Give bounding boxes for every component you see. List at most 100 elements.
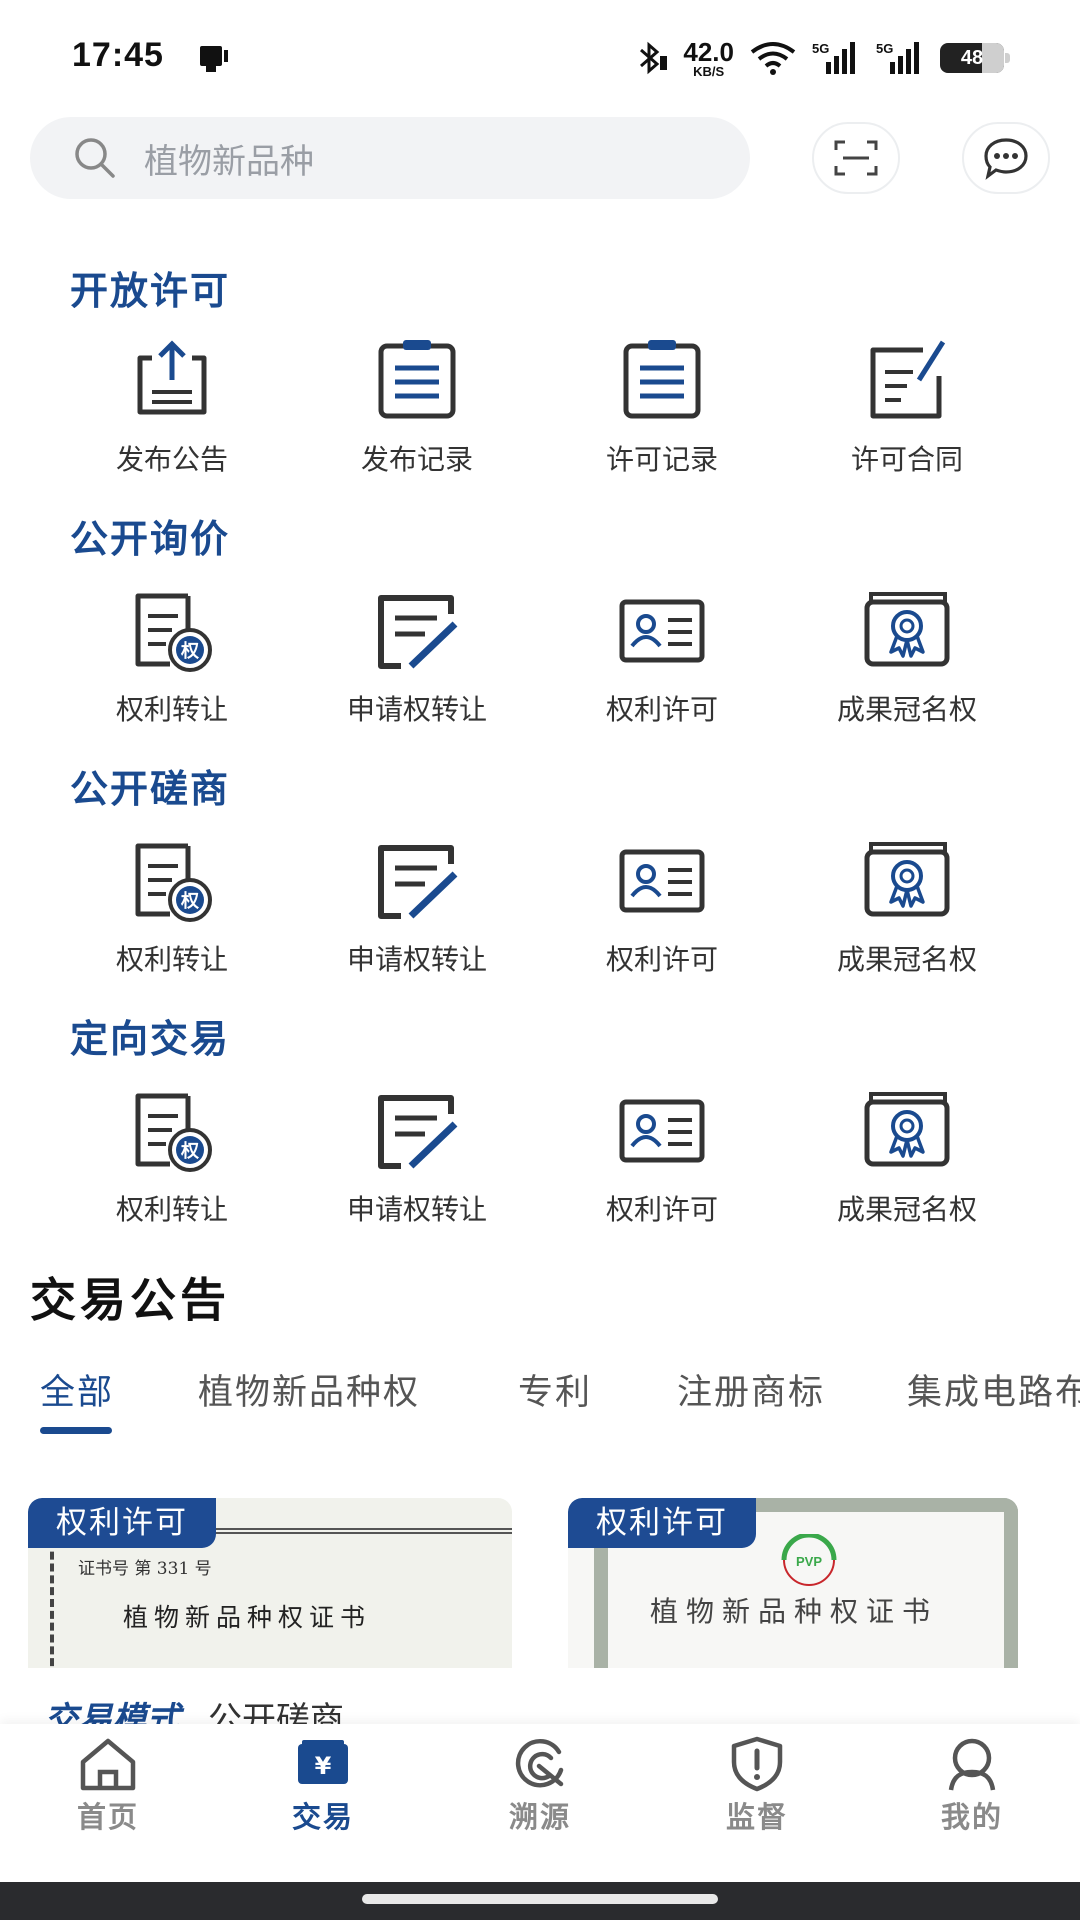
- grid-item-rights-transfer[interactable]: 权 权利转让: [52, 586, 292, 736]
- upload-doc-icon: [137, 340, 207, 415]
- clipboard-list-icon: [378, 340, 456, 419]
- grid-item-label: 许可合同: [850, 444, 963, 475]
- nav-profile[interactable]: 我的: [892, 1736, 1052, 1856]
- grid-item-label: 权利许可: [605, 1194, 718, 1225]
- search-input[interactable]: 植物新品种: [30, 117, 750, 199]
- grid-item-rights-transfer[interactable]: 权 权利转让: [52, 1086, 292, 1236]
- announcement-card[interactable]: 权利许可 证书号 第 331 号 植物新品种权证书: [28, 1498, 512, 1668]
- scan-button[interactable]: [812, 122, 900, 194]
- announcement-title: 交易公告: [30, 1274, 230, 1326]
- id-card-icon: [619, 1099, 705, 1163]
- rights-doc-icon: 权: [135, 843, 212, 922]
- network-label: 5G: [876, 41, 893, 56]
- certificate-title: 植物新品种权证书: [123, 1603, 372, 1632]
- pvp-logo-icon: PVP: [781, 1534, 837, 1586]
- announcement-tabs: 全部 植物新品种权 专利 注册商标 集成电路布: [0, 1364, 1080, 1444]
- tab-all[interactable]: 全部: [40, 1364, 114, 1415]
- grid-item-publish-record[interactable]: 发布记录: [297, 336, 537, 486]
- nav-label: 交易: [291, 1802, 354, 1834]
- grid-item-rights-license[interactable]: 权利许可: [542, 1086, 782, 1236]
- search-icon: [75, 138, 115, 178]
- section-title-public-inquiry: 公开询价: [70, 519, 231, 561]
- edit-doc-icon: [378, 1095, 458, 1169]
- signal-icon: 5G: [876, 41, 919, 74]
- battery-level: 48: [960, 46, 984, 69]
- network-label: 5G: [812, 41, 829, 56]
- card-badge: 权利许可: [28, 1498, 216, 1548]
- tab-trademark[interactable]: 注册商标: [677, 1364, 825, 1415]
- bluetooth-icon: [640, 41, 668, 75]
- award-card-icon: [864, 592, 950, 667]
- battery-nub: [1005, 53, 1010, 63]
- card-badge: 权利许可: [568, 1498, 756, 1548]
- rights-badge-text: 权: [180, 640, 200, 662]
- certificate-number: 证书号 第 331 号: [78, 1559, 212, 1579]
- battery-icon: 48: [940, 43, 1010, 73]
- message-button[interactable]: [962, 122, 1050, 194]
- grid-item-rights-license[interactable]: 权利许可: [542, 586, 782, 736]
- section-title-public-negotiation: 公开磋商: [70, 769, 231, 811]
- grid-item-application-transfer[interactable]: 申请权转让: [297, 1086, 537, 1236]
- wifi-icon: [750, 42, 796, 75]
- status-time: 17:45: [72, 36, 164, 74]
- grid-item-label: 申请权转让: [346, 944, 487, 975]
- grid-item-application-transfer[interactable]: 申请权转让: [297, 586, 537, 736]
- profile-icon: [948, 1738, 996, 1791]
- id-card-icon: [619, 849, 705, 913]
- grid-item-label: 发布公告: [115, 444, 228, 475]
- grid-item-label: 权利转让: [115, 694, 228, 725]
- grid-item-rights-license[interactable]: 权利许可: [542, 836, 782, 986]
- section-grid-directed-trade: 权 权利转让 申请权转让 权利许可 成果冠名权: [0, 1086, 1080, 1236]
- home-icon: [80, 1738, 136, 1791]
- rights-badge-text: 权: [180, 1140, 200, 1162]
- grid-item-license-record[interactable]: 许可记录: [542, 336, 782, 486]
- section-grid-open-license: 发布公告 发布记录 许可记录 许可合同: [0, 336, 1080, 486]
- nav-supervise[interactable]: 监督: [677, 1736, 837, 1856]
- status-icons: 42.0 KB/S 5G 5G 48: [635, 38, 1010, 78]
- chat-bubble-icon: [984, 138, 1028, 180]
- grid-item-publish-announcement[interactable]: 发布公告: [52, 336, 292, 486]
- shield-icon: [731, 1736, 783, 1792]
- nav-trace[interactable]: 溯源: [460, 1736, 620, 1856]
- announcement-card[interactable]: 权利许可 PVP 植物新品种权证书: [568, 1498, 1018, 1668]
- tab-patent[interactable]: 专利: [518, 1364, 592, 1415]
- grid-item-naming-rights[interactable]: 成果冠名权: [787, 586, 1027, 736]
- grid-item-rights-transfer[interactable]: 权 权利转让: [52, 836, 292, 986]
- contract-edit-icon: [870, 340, 946, 419]
- grid-item-license-contract[interactable]: 许可合同: [787, 336, 1027, 486]
- phone-vibrate-icon: [200, 46, 228, 72]
- grid-item-label: 发布记录: [360, 444, 473, 475]
- nav-label: 监督: [725, 1802, 788, 1834]
- grid-item-label: 权利许可: [605, 694, 718, 725]
- edit-doc-icon: [378, 595, 458, 669]
- grid-item-application-transfer[interactable]: 申请权转让: [297, 836, 537, 986]
- grid-item-label: 成果冠名权: [836, 1194, 977, 1225]
- trade-yen-icon: ¥: [298, 1740, 348, 1784]
- section-title-directed-trade: 定向交易: [70, 1019, 231, 1061]
- grid-item-label: 许可记录: [605, 444, 718, 475]
- nav-label: 溯源: [508, 1802, 571, 1834]
- active-tab-indicator: [40, 1427, 112, 1434]
- gesture-handle[interactable]: [362, 1894, 718, 1904]
- section-grid-public-inquiry: 权 权利转让 申请权转让 权利许可 成果冠名权: [0, 586, 1080, 736]
- nav-label: 首页: [76, 1802, 139, 1834]
- award-card-icon: [864, 842, 950, 917]
- section-title-open-license: 开放许可: [70, 271, 231, 313]
- award-card-icon: [864, 1092, 950, 1167]
- grid-item-naming-rights[interactable]: 成果冠名权: [787, 836, 1027, 986]
- certificate-title: 植物新品种权证书: [650, 1595, 939, 1628]
- tab-ic-layout[interactable]: 集成电路布: [907, 1364, 1080, 1415]
- grid-item-label: 申请权转让: [346, 694, 487, 725]
- rights-doc-icon: 权: [135, 1093, 212, 1172]
- battery-empty-part: [982, 43, 1004, 73]
- net-speed: 42.0 KB/S: [683, 39, 734, 78]
- nav-trade[interactable]: ¥ 交易: [243, 1736, 403, 1856]
- grid-item-label: 成果冠名权: [836, 694, 977, 725]
- net-speed-value: 42.0: [683, 36, 734, 67]
- grid-item-naming-rights[interactable]: 成果冠名权: [787, 1086, 1027, 1236]
- nav-home[interactable]: 首页: [28, 1736, 188, 1856]
- tab-plant-variety[interactable]: 植物新品种权: [198, 1364, 420, 1415]
- id-card-icon: [619, 599, 705, 663]
- section-grid-public-negotiation: 权 权利转让 申请权转让 权利许可 成果冠名权: [0, 836, 1080, 986]
- edit-doc-icon: [378, 845, 458, 919]
